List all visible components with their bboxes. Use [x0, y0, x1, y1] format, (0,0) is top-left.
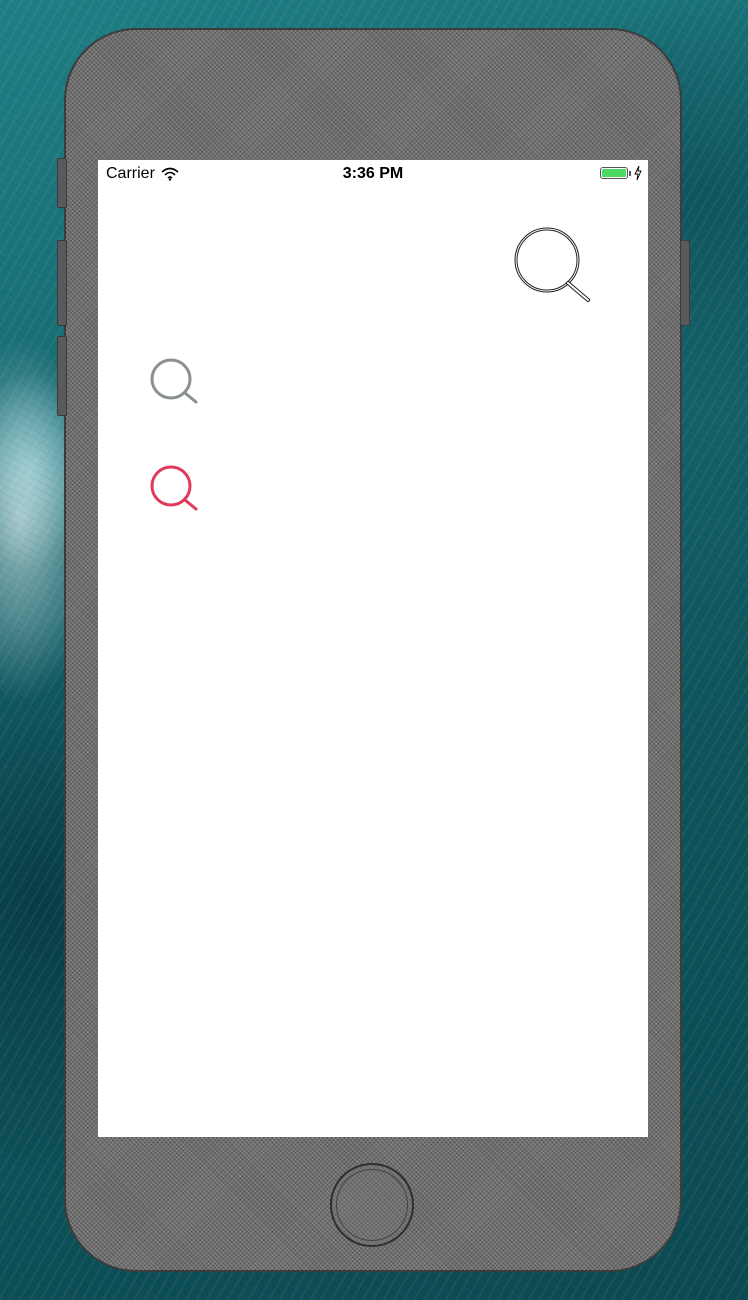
- battery-fill: [602, 169, 626, 177]
- battery-indicator: [600, 166, 642, 180]
- status-bar: Carrier 3:36 PM: [98, 160, 648, 188]
- home-button-ring: [336, 1169, 408, 1241]
- gray-search-icon[interactable]: [150, 358, 198, 404]
- charging-bolt-icon: [634, 166, 642, 180]
- clock: 3:36 PM: [342, 165, 404, 182]
- red-search-icon[interactable]: [150, 465, 198, 511]
- power-button: [680, 240, 690, 326]
- battery-icon: [600, 167, 628, 179]
- volume-down-button: [57, 336, 67, 416]
- home-button[interactable]: [330, 1163, 414, 1247]
- volume-up-button: [57, 240, 67, 326]
- app-screen: Carrier 3:36 PM: [98, 160, 648, 1137]
- large-search-icon[interactable]: [512, 226, 594, 302]
- battery-nub: [629, 170, 631, 176]
- mute-switch: [57, 158, 67, 208]
